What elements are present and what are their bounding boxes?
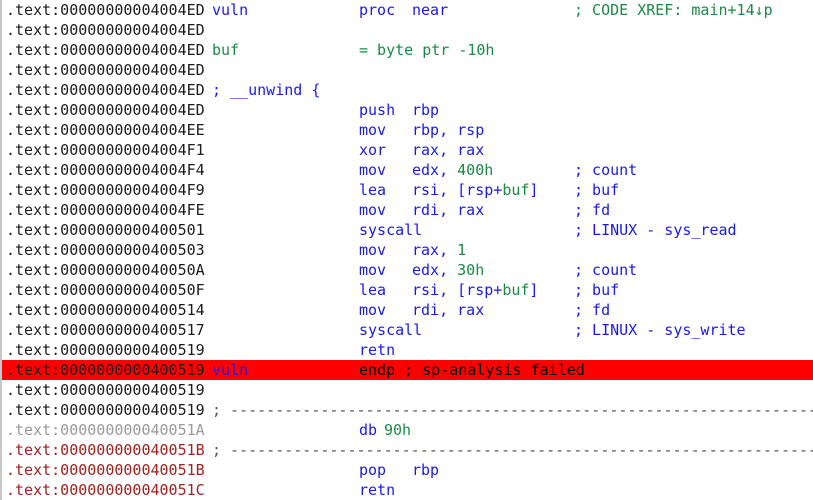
auto-comment[interactable]: ; fd: [574, 200, 610, 220]
instruction-operands[interactable]: edx, 30h: [412, 260, 484, 280]
instruction-mnemonic[interactable]: lea: [359, 180, 386, 200]
disasm-line[interactable]: .text:00000000004004ED vuln proc near ; CODE…: [2, 0, 813, 20]
disasm-line[interactable]: .text:0000000000400519 vuln endp ; sp-anal…: [2, 360, 813, 380]
instruction-operands[interactable]: rdi, rax: [412, 200, 484, 220]
line-address: .text:00000000004004FE: [6, 201, 205, 219]
separator-comment[interactable]: ; --------------------------------------…: [212, 400, 813, 420]
disasm-line[interactable]: .text:0000000000400517 syscall ; LINUX - s…: [2, 320, 813, 340]
line-address: .text:00000000004004ED: [6, 101, 205, 119]
instruction-mnemonic[interactable]: xor: [359, 140, 386, 160]
instruction-mnemonic[interactable]: syscall: [359, 220, 422, 240]
disasm-line[interactable]: .text:0000000000400514 mov rdi, rax ; fd: [2, 300, 813, 320]
instruction-operands[interactable]: rax, 1: [412, 240, 466, 260]
disasm-line[interactable]: .text:0000000000400501 syscall ; LINUX - s…: [2, 220, 813, 240]
instruction-operands[interactable]: rsi, [rsp+buf]: [412, 180, 538, 200]
disasm-line[interactable]: .text:00000000004004EE mov rbp, rsp: [2, 120, 813, 140]
separator-comment[interactable]: ; --------------------------------------…: [212, 440, 813, 460]
line-address: .text:00000000004004EE: [6, 121, 205, 139]
disasm-line[interactable]: .text:00000000004004ED push rbp: [2, 100, 813, 120]
disasm-line[interactable]: .text:000000000040050F lea rsi, [rsp+buf];…: [2, 280, 813, 300]
instruction-mnemonic[interactable]: syscall: [359, 320, 422, 340]
disasm-line[interactable]: .text:0000000000400503 mov rax, 1: [2, 240, 813, 260]
instruction-mnemonic[interactable]: retn: [359, 340, 395, 360]
disasm-line[interactable]: .text:00000000004004ED buf = byte ptr -10h: [2, 40, 813, 60]
disasm-line[interactable]: .text:0000000000400519: [2, 380, 813, 400]
disasm-line[interactable]: .text:00000000004004ED: [2, 20, 813, 40]
instruction-operands[interactable]: rax, rax: [412, 140, 484, 160]
instruction-operands[interactable]: rbp: [412, 100, 439, 120]
line-address: .text:000000000040051C: [6, 481, 205, 499]
stack-variable-definition: = byte ptr -10h: [359, 41, 495, 59]
line-address: .text:00000000004004ED: [6, 81, 205, 99]
line-address: .text:0000000000400519: [6, 341, 205, 359]
disasm-line[interactable]: .text:000000000040051C retn: [2, 480, 813, 500]
line-address: .text:00000000004004ED: [6, 1, 205, 19]
auto-comment[interactable]: ; buf: [574, 180, 619, 200]
instruction-mnemonic[interactable]: retn: [359, 480, 395, 500]
disasm-line[interactable]: .text:000000000040050A mov edx, 30h ; count: [2, 260, 813, 280]
line-address: .text:00000000004004F9: [6, 181, 205, 199]
instruction-operands[interactable]: edx, 400h: [412, 160, 493, 180]
line-address: .text:00000000004004F4: [6, 161, 205, 179]
instruction-mnemonic[interactable]: lea: [359, 280, 386, 300]
line-address: .text:0000000000400501: [6, 221, 205, 239]
xref-comment[interactable]: ; CODE XREF: main+14↓p: [574, 0, 773, 20]
line-address: .text:0000000000400517: [6, 321, 205, 339]
auto-comment[interactable]: ; count: [574, 260, 637, 280]
instruction-mnemonic[interactable]: mov: [359, 120, 386, 140]
auto-comment[interactable]: ; fd: [574, 300, 610, 320]
line-label[interactable]: ; __unwind {: [212, 80, 320, 100]
line-address: .text:0000000000400519: [6, 381, 205, 399]
line-label[interactable]: vuln: [212, 360, 248, 380]
auto-comment[interactable]: ; LINUX - sys_write: [574, 320, 746, 340]
disasm-line[interactable]: .text:00000000004004F4 mov edx, 400h ; coun…: [2, 160, 813, 180]
line-address: .text:00000000004004F1: [6, 141, 205, 159]
instruction-mnemonic[interactable]: mov: [359, 160, 386, 180]
line-label[interactable]: buf: [212, 40, 239, 60]
line-address: .text:00000000004004ED: [6, 41, 205, 59]
instruction-operands[interactable]: rbp: [412, 460, 439, 480]
line-address: .text:000000000040051B: [6, 461, 205, 479]
instruction-mnemonic[interactable]: endp ; sp-analysis failed: [359, 360, 585, 380]
instruction-operands[interactable]: near: [412, 0, 448, 20]
line-address: .text:0000000000400503: [6, 241, 205, 259]
line-address: .text:000000000040050F: [6, 281, 205, 299]
auto-comment[interactable]: ; LINUX - sys_read: [574, 220, 737, 240]
auto-comment[interactable]: ; count: [574, 160, 637, 180]
disasm-line[interactable]: .text:00000000004004F1 xor rax, rax: [2, 140, 813, 160]
disasm-line[interactable]: .text:000000000040051B pop rbp: [2, 460, 813, 480]
instruction-mnemonic[interactable]: db: [359, 420, 377, 440]
line-address: .text:000000000040050A: [6, 261, 205, 279]
instruction-mnemonic[interactable]: mov: [359, 260, 386, 280]
disasm-line[interactable]: .text:000000000040051B ; ----------------…: [2, 440, 813, 460]
disasm-line[interactable]: .text:00000000004004F9 lea rsi, [rsp+buf];…: [2, 180, 813, 200]
instruction-mnemonic[interactable]: proc: [359, 0, 395, 20]
line-address: .text:00000000004004ED: [6, 21, 205, 39]
line-address: .text:00000000004004ED: [6, 61, 205, 79]
instruction-operands[interactable]: 90h: [384, 420, 411, 440]
line-address: .text:0000000000400514: [6, 301, 205, 319]
instruction-mnemonic[interactable]: push: [359, 100, 395, 120]
instruction-mnemonic[interactable]: pop: [359, 460, 386, 480]
line-address: .text:000000000040051B: [6, 441, 205, 459]
auto-comment[interactable]: ; buf: [574, 280, 619, 300]
disasm-line[interactable]: .text:0000000000400519 ; ----------------…: [2, 400, 813, 420]
line-address: .text:0000000000400519: [6, 401, 205, 419]
disasm-line[interactable]: .text:000000000040051A db 90h: [2, 420, 813, 440]
instruction-mnemonic[interactable]: mov: [359, 300, 386, 320]
disasm-line[interactable]: .text:00000000004004ED: [2, 60, 813, 80]
line-label[interactable]: vuln: [212, 0, 248, 20]
line-address: .text:000000000040051A: [6, 421, 205, 439]
disasm-line[interactable]: .text:0000000000400519 retn: [2, 340, 813, 360]
disasm-line[interactable]: .text:00000000004004ED ; __unwind {: [2, 80, 813, 100]
instruction-operands[interactable]: rsi, [rsp+buf]: [412, 280, 538, 300]
disassembly-view[interactable]: .text:00000000004004ED vuln proc near ; CODE…: [0, 0, 813, 500]
line-address: .text:0000000000400519: [6, 361, 205, 379]
instruction-operands[interactable]: rdi, rax: [412, 300, 484, 320]
instruction-mnemonic[interactable]: mov: [359, 200, 386, 220]
disasm-line[interactable]: .text:00000000004004FE mov rdi, rax ; fd: [2, 200, 813, 220]
instruction-operands[interactable]: rbp, rsp: [412, 120, 484, 140]
instruction-mnemonic[interactable]: mov: [359, 240, 386, 260]
